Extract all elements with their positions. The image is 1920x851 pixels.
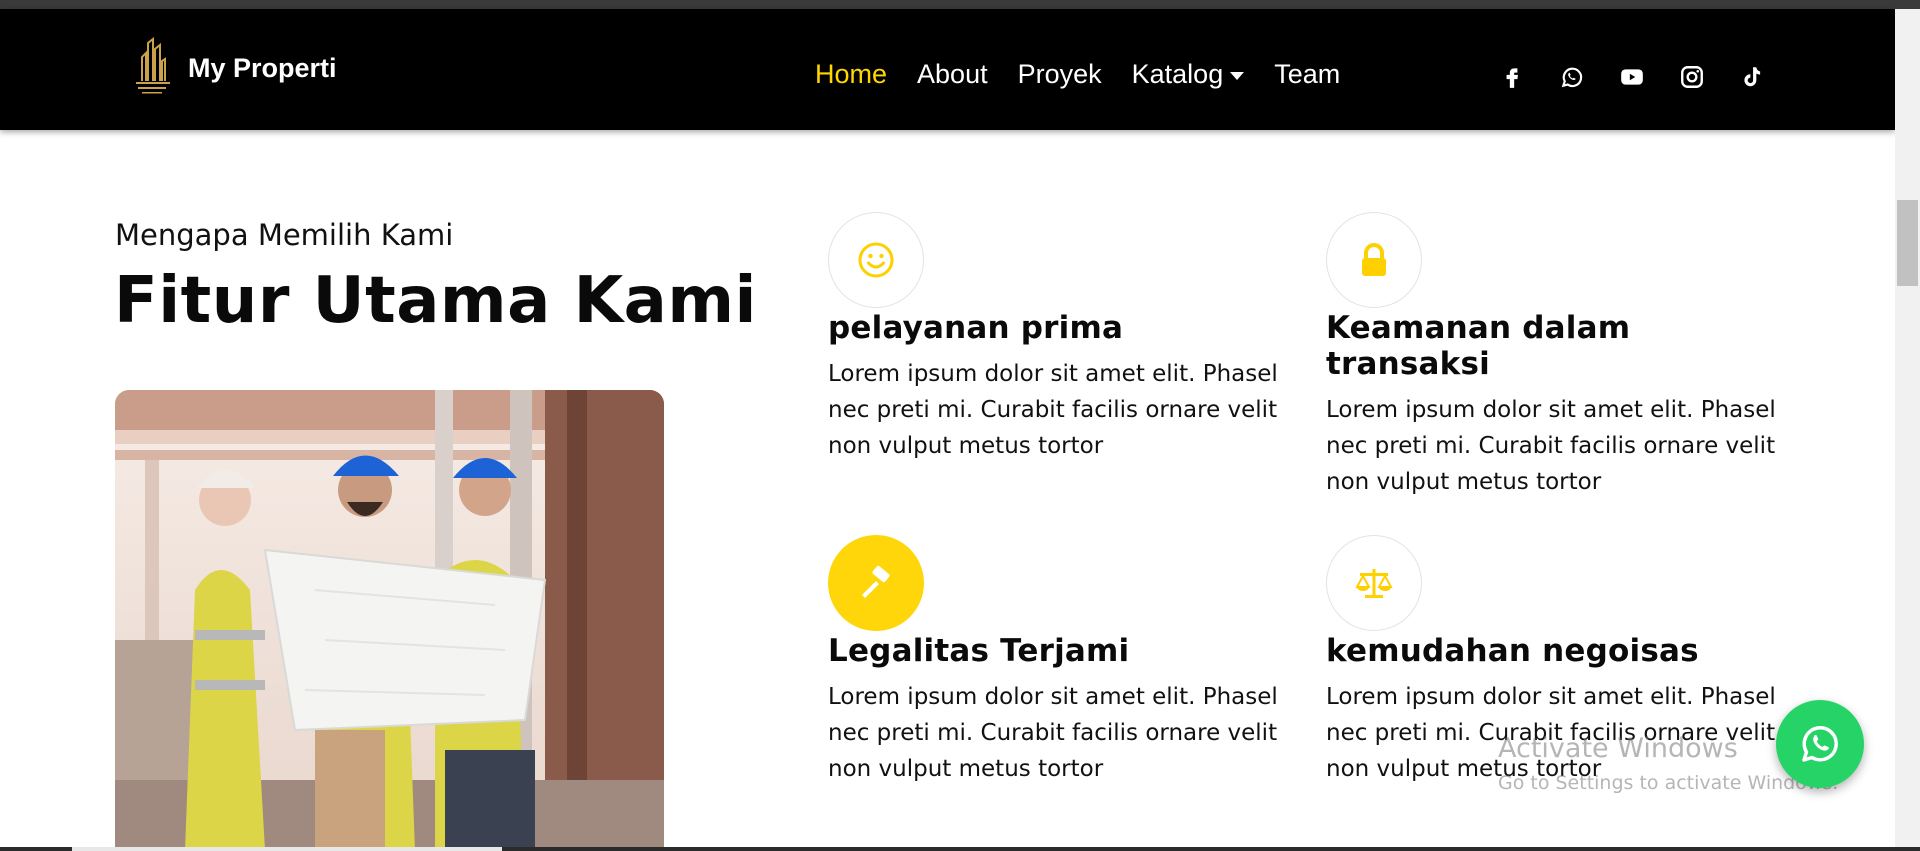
balance-scale-icon — [1326, 535, 1422, 631]
nav-katalog-label: Katalog — [1131, 59, 1224, 89]
nav-katalog-dropdown[interactable]: Katalog — [1132, 59, 1245, 90]
feature-title: pelayanan prima — [828, 310, 1124, 346]
caret-down-icon — [1230, 71, 1245, 80]
nav-proyek[interactable]: Proyek — [1018, 59, 1102, 90]
feature-description: Lorem ipsum dolor sit amet elit. Phasel … — [1326, 397, 1776, 495]
feature-title: Legalitas Terjami — [828, 633, 1130, 669]
youtube-icon[interactable] — [1616, 61, 1648, 93]
gavel-icon — [828, 535, 924, 631]
feature-title: kemudahan negoisas — [1326, 633, 1699, 669]
tiktok-icon[interactable] — [1736, 61, 1768, 93]
construction-workers-image — [115, 390, 664, 851]
feature-title: Keamanan dalam transaksi — [1326, 310, 1631, 382]
bottom-strip — [0, 847, 1920, 851]
nav-team[interactable]: Team — [1274, 59, 1340, 90]
feature-description: Lorem ipsum dolor sit amet elit. Phasel … — [828, 684, 1278, 782]
nav-home[interactable]: Home — [815, 59, 887, 90]
lock-icon — [1326, 212, 1422, 308]
feature-card: Keamanan dalam transaksi Lorem ipsum dol… — [1326, 212, 1796, 500]
watermark-subtitle: Go to Settings to activate Windows. — [1498, 772, 1839, 794]
feature-card: Legalitas Terjami Lorem ipsum dolor sit … — [828, 535, 1298, 787]
facebook-icon[interactable] — [1496, 61, 1528, 93]
smile-icon — [828, 212, 924, 308]
navbar: My Properti Home About Proyek Katalog Te… — [0, 9, 1895, 130]
brand[interactable]: My Properti — [130, 36, 337, 99]
browser-top-strip — [0, 0, 1920, 9]
whatsapp-icon[interactable] — [1556, 61, 1588, 93]
brand-name: My Properti — [188, 52, 337, 83]
feature-card: pelayanan prima Lorem ipsum dolor sit am… — [828, 212, 1298, 464]
page-scrollbar-track[interactable] — [1895, 9, 1920, 851]
whatsapp-chat-button[interactable] — [1776, 700, 1864, 788]
nav-about[interactable]: About — [917, 59, 988, 90]
nav-menu: Home About Proyek Katalog Team — [815, 59, 1370, 90]
social-links — [1496, 61, 1796, 93]
whatsapp-icon — [1802, 726, 1838, 762]
page-scrollbar-thumb[interactable] — [1897, 200, 1918, 286]
feature-description: Lorem ipsum dolor sit amet elit. Phasel … — [828, 361, 1278, 459]
section-title: Fitur Utama Kami — [114, 264, 757, 338]
building-logo-icon — [130, 36, 174, 99]
instagram-icon[interactable] — [1676, 61, 1708, 93]
section-subtitle: Mengapa Memilih Kami — [115, 218, 454, 252]
